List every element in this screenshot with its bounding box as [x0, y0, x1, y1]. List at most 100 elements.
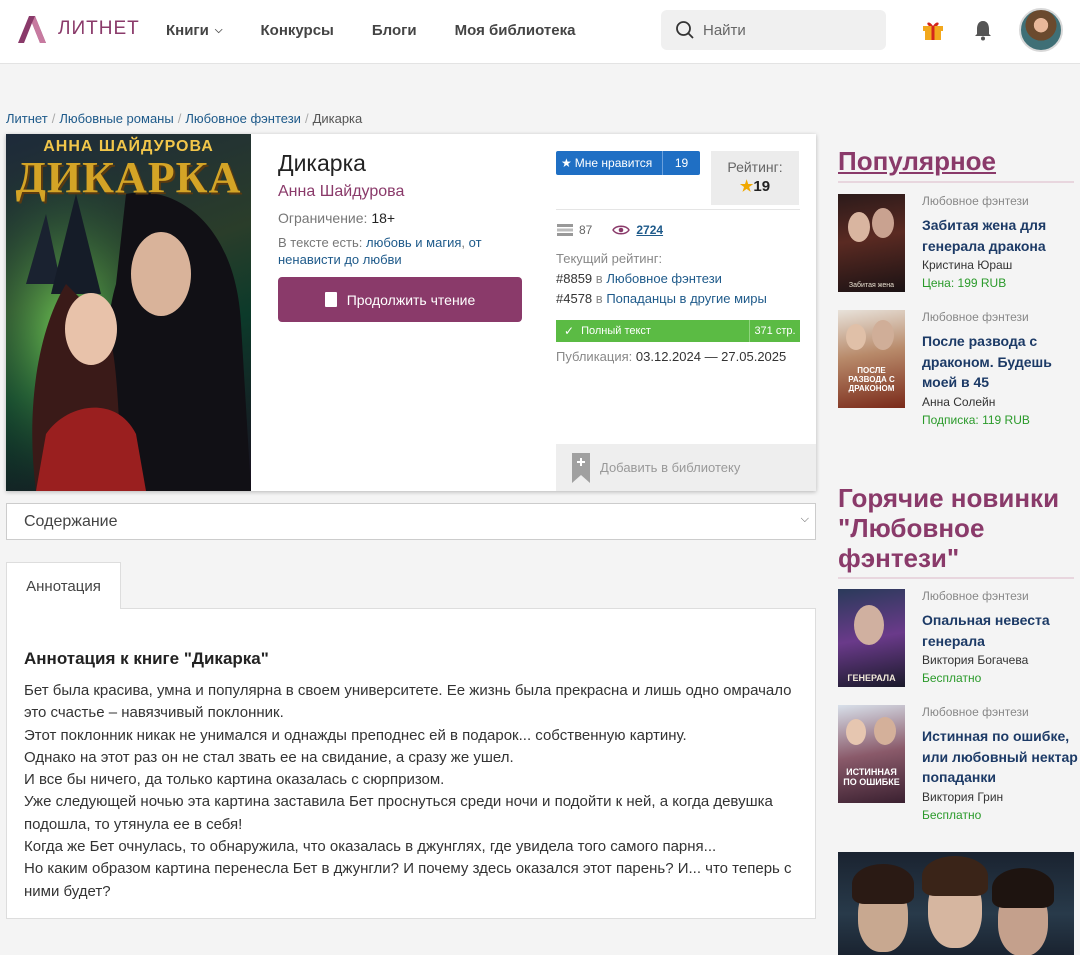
book-genre: Любовное фэнтези: [922, 589, 1029, 603]
rank-genre-link[interactable]: Любовное фэнтези: [606, 271, 722, 286]
book-genre: Любовное фэнтези: [922, 310, 1029, 324]
rank-value: #8859: [556, 271, 593, 286]
continue-reading-label: Продолжить чтение: [346, 291, 476, 308]
main-nav: Книги ⌵ Конкурсы Блоги Моя библиотека: [166, 20, 613, 40]
current-rating: Текущий рейтинг: #8859 в Любовное фэнтез…: [556, 249, 767, 309]
rating-box: Рейтинг: ★19: [711, 151, 799, 205]
sidebar-book[interactable]: ИСТИННАЯ ПО ОШИБКЕ Любовное фэнтези Исти…: [838, 705, 1080, 825]
nav-contests[interactable]: Конкурсы: [261, 20, 334, 40]
rank-genre-link[interactable]: Попаданцы в другие миры: [606, 291, 767, 306]
search-box: [661, 10, 886, 50]
page-count: 371 стр.: [754, 325, 796, 337]
sidebar-book[interactable]: ПОСЛЕ РАЗВОДА С ДРАКОНОМ Любовное фэнтез…: [838, 310, 1080, 430]
breadcrumb: Литнет / Любовные романы / Любовное фэнтези /…: [6, 111, 363, 126]
bell-icon[interactable]: [973, 19, 993, 41]
avatar[interactable]: [1019, 8, 1063, 52]
search-icon[interactable]: [675, 20, 695, 40]
book-price: Бесплатно: [922, 807, 982, 822]
book-title-link[interactable]: Опальная невеста генерала: [922, 610, 1080, 651]
contents-select[interactable]: Содержание ⌵: [6, 503, 816, 540]
book-main-info: Дикарка Анна Шайдурова Ограничение: 18+ …: [278, 150, 528, 268]
annotation-panel: Аннотация к книге "Дикарка" Бет была кра…: [6, 608, 816, 919]
thumbnail-text: ПОСЛЕ РАЗВОДА С ДРАКОНОМ: [848, 366, 895, 393]
library-count: 87: [579, 223, 593, 237]
divider: [838, 577, 1074, 579]
full-text-label: Полный текст: [581, 325, 651, 337]
divider: [556, 209, 800, 210]
current-rating-label: Текущий рейтинг:: [556, 251, 663, 266]
logo-icon: [18, 16, 46, 43]
check-icon: ✓: [564, 324, 575, 338]
add-to-library-button[interactable]: Добавить в библиотеку: [556, 444, 816, 491]
book-thumbnail[interactable]: ГЕНЕРАЛА: [838, 589, 905, 687]
hot-new-title[interactable]: Горячие новинки "Любовное фэнтези": [838, 483, 1074, 573]
book-price: Подписка: 119 RUB: [922, 412, 1030, 427]
publication-dates: Публикация: 03.12.2024 — 27.05.2025: [556, 349, 786, 364]
nav-my-library[interactable]: Моя библиотека: [455, 20, 576, 40]
nav-books-label: Книги: [166, 21, 209, 39]
book-cover[interactable]: АННА ШАЙДУРОВА ДИКАРКА: [6, 134, 251, 491]
book-price: Бесплатно: [922, 671, 982, 685]
tab-annotation[interactable]: Аннотация: [6, 562, 121, 609]
like-label: Мне нравится: [574, 156, 653, 170]
breadcrumb-love-novels[interactable]: Любовные романы: [59, 111, 173, 126]
book-thumbnail[interactable]: ПОСЛЕ РАЗВОДА С ДРАКОНОМ: [838, 310, 905, 408]
pub-dates: 03.12.2024 — 27.05.2025: [635, 349, 787, 364]
book-genre: Любовное фэнтези: [922, 194, 1029, 208]
views-count[interactable]: 2724: [636, 223, 663, 237]
gift-icon[interactable]: [921, 19, 945, 41]
nav-books[interactable]: Книги ⌵: [166, 20, 223, 40]
star-icon: ★: [561, 156, 572, 170]
bookmark-icon: [572, 452, 590, 483]
book-title-link[interactable]: Истинная по ошибке, или любовный нектар …: [922, 726, 1080, 788]
rating-label: Рейтинг:: [727, 159, 783, 175]
book-author: Анна Солейн: [922, 394, 996, 409]
age-limit: Ограничение: 18+: [278, 210, 528, 226]
star-icon: ★: [739, 178, 754, 195]
book-title-link[interactable]: После развода с драконом. Будешь моей в …: [922, 331, 1080, 393]
book-card: АННА ШАЙДУРОВА ДИКАРКА Дикарка Анна Шайд…: [6, 134, 816, 491]
breadcrumb-love-fantasy[interactable]: Любовное фэнтези: [185, 111, 301, 126]
rank-in: в: [595, 291, 603, 306]
sidebar-book[interactable]: ГЕНЕРАЛА Любовное фэнтези Опальная невес…: [838, 589, 1080, 689]
full-text-badge: ✓ Полный текст 371 стр.: [556, 320, 800, 342]
top-header: ЛИТНЕТ Книги ⌵ Конкурсы Блоги Моя библио…: [0, 0, 1080, 64]
book-title-link[interactable]: Забитая жена для генерала дракона: [922, 215, 1080, 256]
rank-in: в: [595, 271, 603, 286]
age-limit-value: 18+: [371, 210, 396, 226]
site-logo[interactable]: ЛИТНЕТ: [16, 14, 140, 44]
logo-text: ЛИТНЕТ: [58, 18, 140, 39]
search-input[interactable]: [703, 21, 873, 39]
chevron-down-icon: ⌵: [800, 513, 809, 525]
sidebar-book[interactable]: Забитая жена Любовное фэнтези Забитая же…: [838, 194, 1080, 294]
age-limit-label: Ограничение:: [278, 210, 368, 226]
contents-label: Содержание: [24, 512, 118, 530]
nav-blogs[interactable]: Блоги: [372, 20, 417, 40]
pub-label: Публикация:: [556, 349, 633, 364]
book-thumbnail[interactable]: ИСТИННАЯ ПО ОШИБКЕ: [838, 705, 905, 803]
divider: [838, 181, 1074, 183]
annotation-line: Когда же Бет очнулась, то обнаружила, чт…: [24, 838, 717, 856]
library-icon: [557, 224, 573, 236]
annotation-heading: Аннотация к книге "Дикарка": [24, 649, 269, 668]
annotation-line: Этот поклонник никак не унимался и однаж…: [24, 726, 687, 744]
popular-title[interactable]: Популярное: [838, 146, 996, 177]
book-genre: Любовное фэнтези: [922, 705, 1029, 719]
book-author: Виктория Грин: [922, 789, 1004, 804]
cover-title: ДИКАРКА: [15, 153, 242, 202]
thumbnail-text: ИСТИННАЯ ПО ОШИБКЕ: [843, 767, 900, 787]
book-thumbnail[interactable]: Забитая жена: [838, 194, 905, 292]
continue-reading-button[interactable]: Продолжить чтение: [278, 277, 522, 322]
tag-link[interactable]: любовь и магия: [366, 235, 461, 250]
breadcrumb-home[interactable]: Литнет: [6, 111, 48, 126]
annotation-line: Однако на этот раз он не стал звать ее н…: [24, 748, 514, 766]
book-author: Виктория Богачева: [922, 653, 1029, 667]
promo-banner[interactable]: [838, 852, 1074, 955]
like-count: 19: [674, 156, 689, 170]
annotation-line: И все бы ничего, да только картина оказа…: [24, 771, 445, 789]
counts-row: 87 2724: [556, 223, 663, 237]
book-price: Цена: 199 RUB: [922, 276, 1007, 290]
like-button[interactable]: ★ Мне нравится 19: [556, 151, 700, 175]
add-to-library-label: Добавить в библиотеку: [600, 460, 741, 475]
book-author[interactable]: Анна Шайдурова: [278, 183, 528, 201]
